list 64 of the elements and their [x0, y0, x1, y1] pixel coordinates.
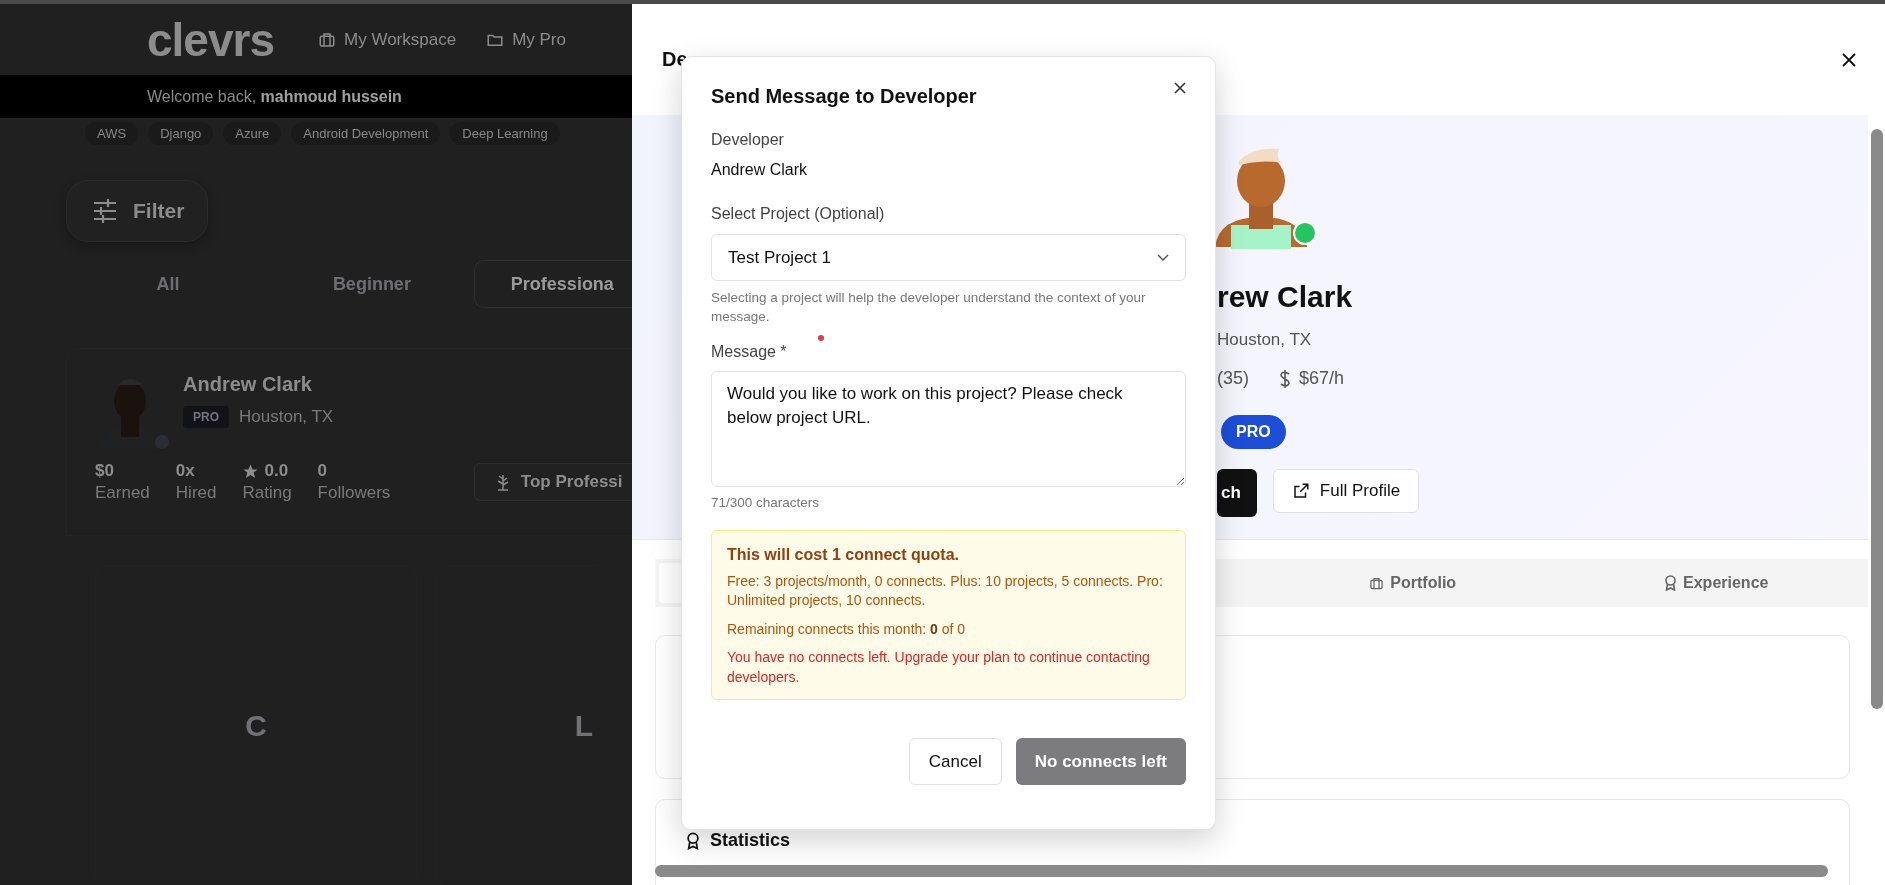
horizontal-scrollbar[interactable] — [655, 865, 1828, 877]
external-link-icon — [1291, 482, 1310, 500]
developer-name: Andrew Clark — [183, 373, 313, 396]
warning-text: You have no connects left. Upgrade your plan to continue contacting developers. — [727, 648, 1151, 687]
award-icon — [686, 830, 700, 851]
profile-tab[interactable]: Portfolio — [1261, 559, 1565, 607]
vertical-scrollbar[interactable] — [1871, 129, 1883, 709]
character-count: 71/300 characters — [711, 495, 821, 510]
pro-badge: PRO — [1221, 415, 1286, 449]
contact-button[interactable]: ch — [1217, 469, 1257, 517]
skill-tag[interactable]: Android Development — [291, 122, 441, 145]
logo[interactable]: clevrs — [147, 12, 274, 67]
developer-name: Andrew Clark — [711, 161, 809, 179]
stat-label: Rating — [242, 483, 292, 503]
stat-value: $0 — [95, 461, 115, 481]
skill-tag[interactable]: AWS — [85, 122, 139, 145]
section-title: Statistics — [686, 830, 1849, 851]
profile-tab[interactable]: Experience — [1564, 559, 1868, 607]
location: Houston, TX — [1217, 330, 1312, 350]
message-field[interactable]: Would you like to work on this project? Please check below project URL. — [711, 371, 1186, 487]
stat-value: 0.0 — [242, 461, 292, 481]
stat-value: 0 — [317, 461, 329, 481]
review-count: (35) — [1217, 368, 1249, 389]
hint-text: Selecting a project will help the developer understand the context of your message. — [711, 289, 1147, 326]
stat-label: Hired — [175, 483, 217, 503]
stat-value: 0x — [175, 461, 196, 481]
stat-label: Earned — [95, 483, 150, 503]
project-select[interactable]: Test Project 1 — [711, 234, 1186, 281]
location: Houston, TX — [239, 407, 334, 427]
stat-label: Followers — [317, 483, 391, 503]
cancel-button[interactable]: Cancel — [908, 738, 1002, 785]
close-icon — [1174, 82, 1186, 94]
remaining-connects: Remaining connects this month: 0 of 0 — [727, 620, 967, 639]
field-label: Select Project (Optional) — [711, 205, 885, 223]
pro-badge: PRO — [183, 406, 229, 428]
indicator-dot — [818, 335, 824, 341]
award-icon — [1664, 575, 1678, 591]
skill-tag[interactable]: Deep Learning — [450, 122, 560, 145]
project-initial: L — [574, 709, 593, 743]
project-initial: C — [245, 709, 267, 743]
briefcase-icon — [318, 30, 336, 49]
filter-button[interactable]: Filter — [66, 180, 208, 242]
top-professional-button[interactable]: Top Professi — [473, 463, 632, 501]
nav-link[interactable]: My Workspace — [318, 29, 457, 50]
star-icon — [242, 462, 260, 480]
sliders-icon — [93, 198, 117, 224]
welcome-text: Welcome back, mahmoud hussein — [147, 87, 402, 106]
level-tab[interactable]: Beginner — [269, 260, 474, 308]
field-label: Message * — [711, 343, 787, 361]
chevron-down-icon — [1157, 253, 1169, 262]
developer-name: rew Clark — [1217, 280, 1353, 314]
dollar-icon — [1279, 368, 1291, 389]
hourly-rate: $67/h — [1279, 368, 1345, 389]
dialog-title: Send Message to Developer — [711, 84, 977, 108]
plan-info: Free: 3 projects/month, 0 connects. Plus: 10 projects, 5 connects. Pro: Unlimited projects, 10 connects. — [727, 572, 1164, 610]
nav-link[interactable]: My Pro — [486, 29, 566, 50]
full-profile-button[interactable]: Full Profile — [1272, 469, 1420, 513]
level-tab[interactable]: All — [66, 260, 270, 308]
field-label: Developer — [711, 131, 784, 149]
skill-tag[interactable]: Azure — [223, 122, 282, 145]
close-icon — [1842, 52, 1856, 67]
notice-title: This will cost 1 connect quota. — [727, 546, 961, 564]
skill-tag[interactable]: Django — [148, 122, 214, 145]
briefcase-icon — [1369, 575, 1385, 591]
